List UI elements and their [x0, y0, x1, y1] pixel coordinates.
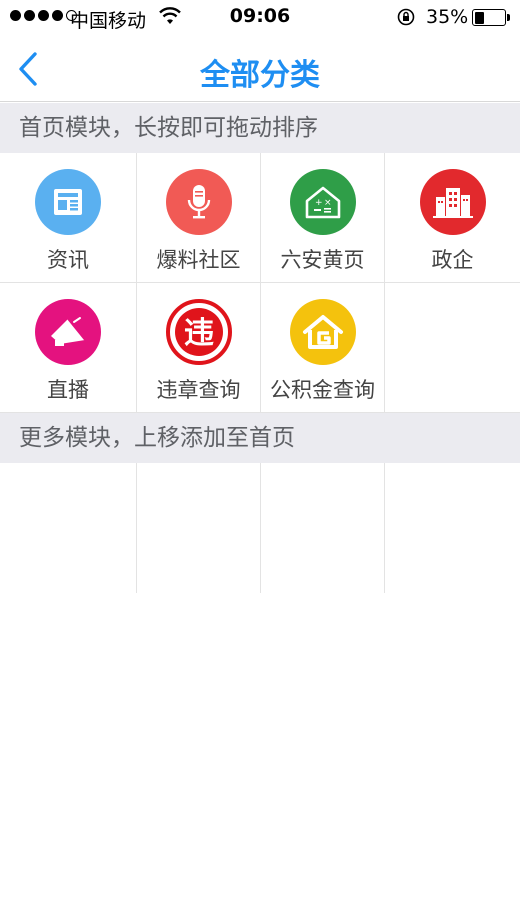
home-module-grid: 资讯 爆料社区 + × 六安黄页 政企 直播 违 违章查询 公积金查询: [0, 153, 520, 413]
module-violation-query[interactable]: 违 违章查询: [137, 283, 261, 413]
empty-slot: [0, 463, 137, 593]
svg-text:+: +: [315, 198, 323, 208]
battery-tip: [507, 14, 510, 21]
module-label: 爆料社区: [156, 248, 241, 272]
svg-text:×: ×: [324, 198, 332, 208]
rotation-lock-icon: [397, 8, 415, 26]
status-bar: 中国移动 09:06 35%: [0, 0, 520, 36]
microphone-icon: [165, 169, 232, 235]
battery-icon: [472, 9, 506, 26]
module-label: 直播: [47, 378, 89, 402]
empty-slot: [261, 463, 385, 593]
module-label: 政企: [431, 248, 474, 272]
empty-slot: [385, 283, 520, 413]
module-label: 资讯: [47, 248, 89, 272]
housing-fund-icon: [289, 299, 356, 365]
news-icon: [35, 169, 101, 235]
megaphone-icon: [35, 299, 101, 365]
violation-icon: 违: [165, 299, 232, 365]
module-label: 公积金查询: [270, 378, 375, 402]
module-yellow-pages[interactable]: + × 六安黄页: [261, 153, 385, 283]
empty-slot: [385, 463, 520, 593]
house-calculator-icon: + ×: [289, 169, 356, 235]
nav-bar: 全部分类: [0, 36, 520, 102]
home-section-header: 首页模块，长按即可拖动排序: [0, 103, 520, 153]
more-section-header: 更多模块，上移添加至首页: [0, 413, 520, 463]
module-community[interactable]: 爆料社区: [137, 153, 261, 283]
battery-percent: 35%: [426, 6, 469, 28]
module-housing-fund[interactable]: 公积金查询: [261, 283, 385, 413]
empty-slot: [137, 463, 261, 593]
buildings-icon: [419, 169, 486, 235]
more-module-grid: [0, 463, 520, 593]
module-government[interactable]: 政企: [385, 153, 520, 283]
page-title: 全部分类: [200, 58, 320, 93]
module-label: 违章查询: [156, 378, 241, 402]
module-live[interactable]: 直播: [0, 283, 137, 413]
module-news[interactable]: 资讯: [0, 153, 137, 283]
svg-text:违: 违: [184, 316, 214, 351]
module-label: 六安黄页: [280, 248, 365, 272]
